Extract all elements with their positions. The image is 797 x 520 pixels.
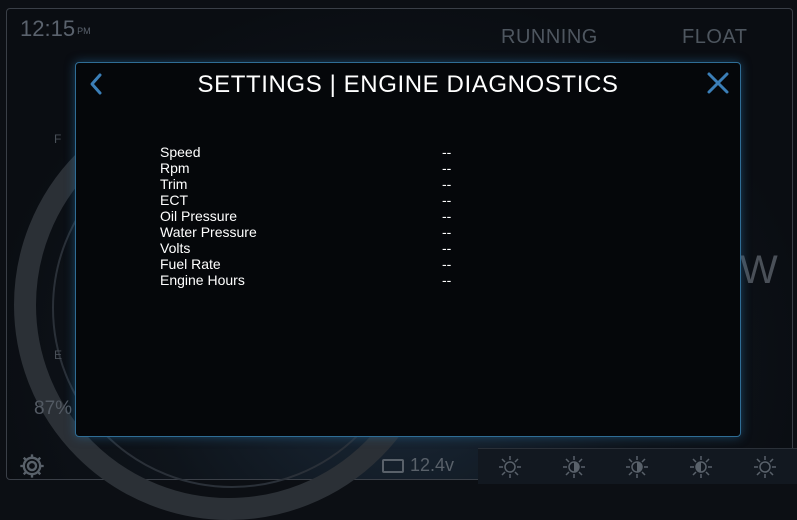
diagnostic-label: ECT: [160, 192, 188, 208]
diagnostic-value: --: [442, 192, 452, 208]
sun-half-icon[interactable]: [562, 455, 586, 479]
diagnostic-label: Oil Pressure: [160, 208, 238, 224]
compass-heading: W: [740, 248, 778, 292]
sun-icon[interactable]: [753, 455, 777, 479]
close-icon[interactable]: [706, 71, 730, 95]
battery-voltage: 12.4v: [410, 455, 455, 475]
gauge-percent: 87%: [34, 398, 73, 419]
status-running: RUNNING: [501, 26, 598, 48]
status-float: FLOAT: [682, 26, 748, 48]
brightness-bar: [478, 448, 797, 484]
diagnostic-label: Speed: [160, 144, 201, 160]
modal-title: SETTINGS | ENGINE DIAGNOSTICS: [197, 71, 619, 98]
diagnostic-label: Trim: [160, 176, 188, 192]
diagnostic-label: Water Pressure: [160, 224, 257, 240]
diagnostic-value: --: [442, 272, 452, 288]
gauge-empty-label: E: [54, 348, 63, 362]
diagnostic-value: --: [442, 256, 452, 272]
gear-icon[interactable]: [18, 452, 46, 480]
diagnostic-label: Volts: [160, 240, 191, 256]
diagnostic-row: Volts --: [160, 240, 451, 256]
clock-ampm: PM: [77, 26, 91, 36]
diagnostic-value: --: [442, 208, 452, 224]
diagnostic-label: Engine Hours: [160, 272, 245, 288]
sun-half-icon[interactable]: [625, 455, 649, 479]
diagnostics-list: Speed -- Rpm -- Trim -- ECT -- Oil Pressure -…: [160, 144, 451, 288]
diagnostic-row: Engine Hours --: [160, 272, 451, 288]
diagnostic-row: Speed --: [160, 144, 451, 160]
diagnostic-label: Fuel Rate: [160, 256, 221, 272]
diagnostic-row: Oil Pressure --: [160, 208, 451, 224]
diagnostic-label: Rpm: [160, 160, 190, 176]
sun-half-icon[interactable]: [689, 455, 713, 479]
clock: 12:15 PM: [20, 16, 91, 42]
diagnostic-value: --: [442, 176, 452, 192]
diagnostic-value: --: [442, 144, 452, 160]
diagnostic-row: ECT --: [160, 192, 451, 208]
engine-diagnostics-modal: SETTINGS | ENGINE DIAGNOSTICS Speed -- Rp…: [75, 62, 741, 437]
diagnostic-row: Water Pressure --: [160, 224, 451, 240]
gauge-full-label: F: [54, 132, 62, 146]
clock-time: 12:15: [20, 16, 76, 41]
diagnostic-row: Rpm --: [160, 160, 451, 176]
diagnostic-row: Fuel Rate --: [160, 256, 451, 272]
diagnostic-row: Trim --: [160, 176, 451, 192]
battery-status: 12.4v: [382, 455, 454, 476]
diagnostic-value: --: [442, 160, 452, 176]
diagnostic-value: --: [442, 240, 452, 256]
battery-icon: [382, 458, 404, 473]
sun-icon[interactable]: [498, 455, 522, 479]
diagnostic-value: --: [442, 224, 452, 240]
